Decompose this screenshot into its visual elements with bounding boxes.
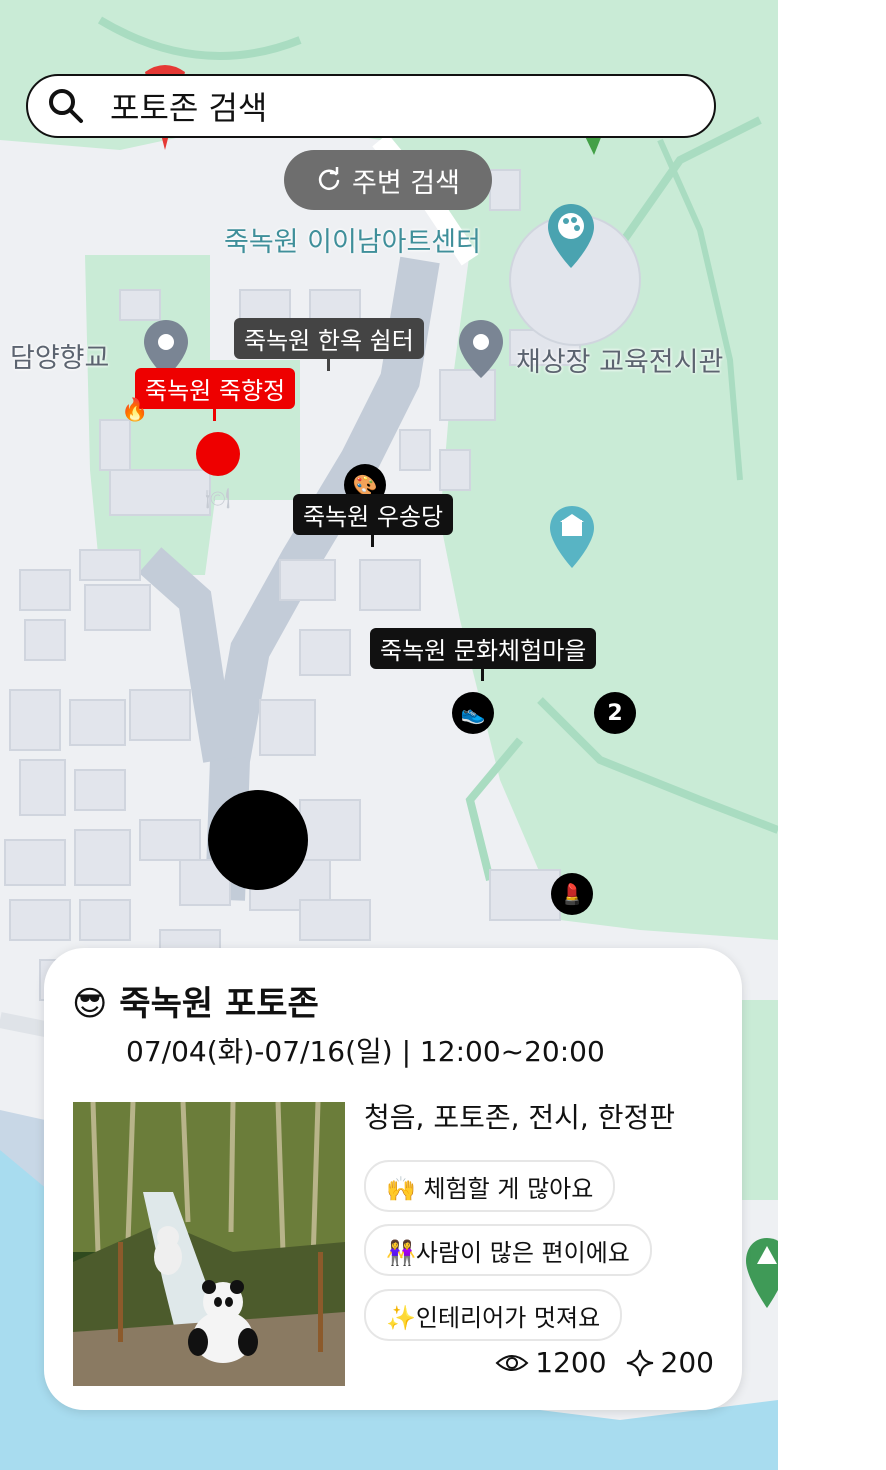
like-count: 200	[660, 1346, 714, 1379]
eye-icon	[495, 1354, 529, 1371]
lipstick-marker-icon[interactable]: 💄	[551, 873, 593, 915]
exhibition-hall-label: 채상장 교육전시관	[516, 347, 724, 378]
card-title-row: 😎 죽녹원 포토존	[72, 976, 319, 1025]
art-center-label: 죽녹원 이이남아트센터	[224, 227, 481, 258]
restaurant-icon: 🍽	[205, 486, 231, 510]
view-count: 1200	[535, 1346, 607, 1379]
map-view[interactable]: 죽녹원 이이남아트센터 담양향교 채상장 교육전시관 죽녹원 한옥 쉼터 죽녹원…	[0, 0, 778, 1470]
marker-label-jukhyangjeong[interactable]: 죽녹원 죽향정	[135, 368, 296, 421]
review-chip[interactable]: 🙌 체험할 게 많아요	[364, 1160, 616, 1212]
search-input[interactable]: 포토존 검색	[110, 83, 267, 129]
card-emoji: 😎	[72, 984, 108, 1024]
fire-icon: 🔥	[121, 398, 149, 423]
place-photo[interactable]	[73, 1102, 345, 1386]
cluster-marker[interactable]: 2	[594, 692, 636, 734]
place-info-card[interactable]: 😎 죽녹원 포토존 07/04(화)-07/16(일) | 12:00~20:0…	[44, 948, 742, 1410]
map-pin-icon[interactable]	[457, 318, 505, 380]
nearby-search-button[interactable]: 주변 검색	[284, 150, 492, 210]
marker-label-culture-village[interactable]: 죽녹원 문화체험마을	[370, 628, 597, 681]
marker-label-usongdang[interactable]: 죽녹원 우송당	[293, 494, 454, 547]
card-title: 죽녹원 포토존	[119, 984, 319, 1024]
marker-label-hanok-rest[interactable]: 죽녹원 한옥 쉼터	[234, 318, 424, 371]
sneaker-marker-icon[interactable]: 👟	[452, 692, 494, 734]
refresh-icon	[318, 167, 340, 190]
card-date: 07/04(화)-07/16(일) | 12:00~20:00	[126, 1035, 605, 1068]
sparkle-icon[interactable]	[625, 1348, 655, 1378]
search-bar[interactable]: 포토존 검색	[26, 74, 716, 138]
tree-pin-icon[interactable]	[744, 1236, 778, 1310]
review-chip[interactable]: 👭사람이 많은 편이에요	[364, 1224, 652, 1276]
palette-pin-icon[interactable]	[546, 202, 596, 270]
review-chip[interactable]: ✨인테리어가 멋져요	[364, 1289, 623, 1341]
card-tags: 청음, 포토존, 전시, 한정판	[364, 1101, 676, 1134]
card-stats: 1200 200	[495, 1346, 714, 1379]
museum-pin-icon[interactable]	[548, 504, 596, 570]
selected-marker-dot[interactable]	[196, 432, 240, 476]
hyanggyo-label: 담양향교	[10, 343, 110, 374]
user-location-marker[interactable]: 😎	[208, 790, 308, 890]
search-icon[interactable]	[46, 86, 86, 126]
nearby-search-label: 주변 검색	[352, 167, 460, 199]
